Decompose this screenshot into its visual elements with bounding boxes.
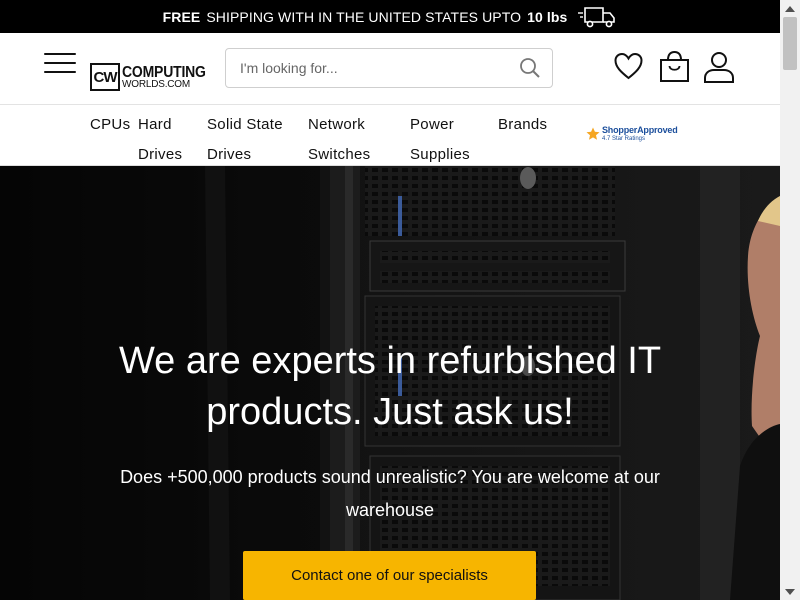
shopping-bag-icon[interactable] xyxy=(659,51,690,83)
user-icon[interactable] xyxy=(703,51,735,83)
heart-icon[interactable] xyxy=(613,51,644,81)
scroll-down-arrow-icon[interactable] xyxy=(780,583,800,600)
banner-free: FREE xyxy=(162,8,201,25)
nav-item-solid-state-drives[interactable]: Solid State Drives xyxy=(207,110,283,170)
logo-mark: CW xyxy=(90,63,120,91)
shopper-approved-rating: 4.7 Star Ratings xyxy=(602,136,646,142)
contact-specialists-button[interactable]: Contact one of our specialists xyxy=(243,551,536,600)
menu-icon[interactable] xyxy=(44,53,76,75)
page-scrollbar[interactable] xyxy=(780,0,800,600)
hero-subtitle: Does +500,000 products sound unrealistic… xyxy=(120,467,660,520)
shipping-banner: FREE SHIPPING WITH IN THE UNITED STATES … xyxy=(0,0,780,33)
category-nav: CPUs Hard Drives Solid State Drives Networ… xyxy=(0,105,780,166)
site-logo[interactable]: CW COMPUTING WORLDS.COM xyxy=(90,63,206,91)
search-icon[interactable] xyxy=(508,49,552,87)
nav-item-brands[interactable]: Brands xyxy=(498,110,547,140)
search-input[interactable] xyxy=(226,50,508,86)
nav-item-power-supplies[interactable]: Power Supplies xyxy=(410,110,470,170)
shopper-approved-name: ShopperApproved xyxy=(602,125,678,135)
hero-title: We are experts in refurbished IT product… xyxy=(118,340,662,433)
star-icon xyxy=(586,127,600,140)
logo-line2: WORLDS.COM xyxy=(122,79,191,90)
scroll-up-arrow-icon[interactable] xyxy=(780,0,800,17)
hero-banner: We are experts in refurbished IT product… xyxy=(0,166,780,600)
site-header: CW COMPUTING WORLDS.COM xyxy=(0,33,780,105)
shopper-approved-badge[interactable]: ShopperApproved 4.7 Star Ratings xyxy=(586,126,678,142)
banner-text: SHIPPING WITH IN THE UNITED STATES UPTO xyxy=(206,8,522,25)
truck-icon xyxy=(578,6,616,27)
logo-line1: COMPUTING xyxy=(122,61,206,81)
banner-weight: 10 lbs xyxy=(527,8,568,25)
nav-item-cpus[interactable]: CPUs xyxy=(90,110,130,140)
nav-item-network-switches[interactable]: Network Switches xyxy=(308,110,370,170)
search-box xyxy=(225,48,553,88)
scrollbar-thumb[interactable] xyxy=(783,17,797,70)
nav-item-hard-drives[interactable]: Hard Drives xyxy=(138,110,182,170)
